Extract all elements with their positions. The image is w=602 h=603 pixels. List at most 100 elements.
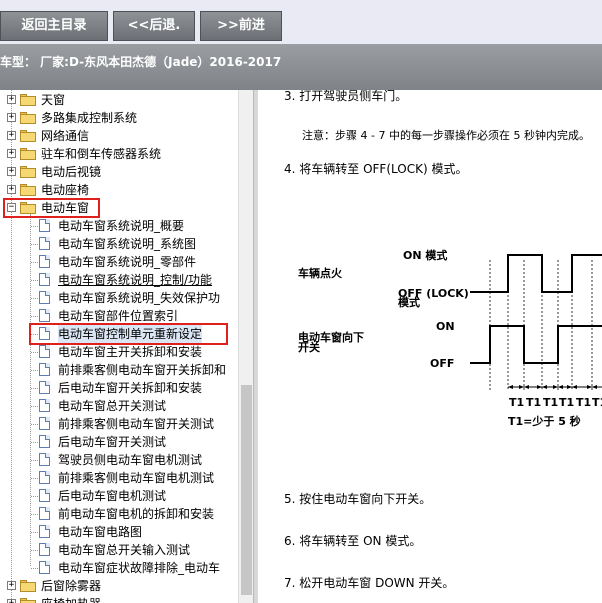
- tree-doc-label: 电动车窗系统说明_控制/功能: [58, 273, 213, 287]
- tree-connector: [31, 442, 38, 443]
- toolbar: 返回主目录 <<后退. >>前进: [0, 0, 602, 44]
- tree-doc-label: 前排乘客侧电动车窗电机测试: [58, 471, 215, 485]
- vehicle-info-text: 前车型： 厂家:D-东风本田杰德（Jade）2016-2017: [0, 55, 282, 69]
- tree-connector: [31, 424, 38, 425]
- document-icon: [39, 363, 50, 376]
- tree-doc-label: 后电动车窗开关测试: [58, 435, 167, 449]
- t1-label: T1: [576, 396, 591, 409]
- tree-connector: [31, 262, 38, 263]
- document-icon: [39, 435, 50, 448]
- tree-connector: [31, 550, 38, 551]
- tree-connector: [31, 532, 38, 533]
- tree-doc-label: 电动车窗系统说明_失效保护功: [58, 291, 221, 305]
- tree-connector: [31, 280, 38, 281]
- tree-panel: + 天窗 + 多路集成控制系统 + 网络通信 + 驻车和倒车传感器系统 + 电动…: [0, 90, 252, 603]
- t1-definition: T1=少于 5 秒: [508, 414, 581, 428]
- document-icon: [39, 219, 50, 232]
- tree-doc-label: 前排乘客侧电动车窗开关拆卸和: [58, 363, 227, 377]
- tree-folder-label: 电动座椅: [41, 183, 90, 197]
- tree-folder-label: 座椅加热器: [41, 595, 101, 603]
- t1-label: T1: [559, 396, 574, 409]
- tree-doc-label: 后电动车窗电机测试: [58, 489, 167, 503]
- tree-connector: [31, 370, 38, 371]
- tree-connector: [31, 316, 38, 317]
- tree-doc-label: 后电动车窗开关拆卸和安装: [58, 381, 203, 395]
- document-icon: [39, 381, 50, 394]
- t1-label: T1: [526, 396, 541, 409]
- forward-button[interactable]: >>前进: [200, 11, 282, 41]
- expand-icon[interactable]: +: [7, 149, 16, 158]
- tree-doc-label: 电动车窗总开关输入测试: [58, 543, 191, 557]
- document-icon: [39, 237, 50, 250]
- expand-icon[interactable]: +: [7, 599, 16, 603]
- tree-folder-label: 后窗除雾器: [41, 579, 102, 593]
- document-icon: [39, 345, 50, 358]
- home-button[interactable]: 返回主目录: [0, 11, 108, 41]
- folder-icon: [20, 148, 36, 160]
- back-button[interactable]: <<后退.: [113, 11, 195, 41]
- tree-folder-label: 天窗: [41, 93, 66, 107]
- tree-doc-label: 前排乘客侧电动车窗开关测试: [58, 417, 215, 431]
- document-icon: [39, 255, 50, 268]
- expand-icon[interactable]: +: [7, 185, 16, 194]
- expand-icon[interactable]: +: [7, 581, 16, 590]
- tree-doc-label: 电动车窗总开关测试: [58, 399, 167, 413]
- highlight-box: [3, 198, 100, 218]
- step-3: 3. 打开驾驶员侧车门。: [284, 90, 408, 103]
- tree-connector: [31, 388, 38, 389]
- document-icon: [39, 489, 50, 502]
- tree-connector: [31, 478, 38, 479]
- folder-icon: [20, 184, 36, 196]
- t1-label: T1: [509, 396, 524, 409]
- tree-doc-label: 前电动车窗电机的拆卸和安装: [58, 507, 215, 521]
- document-icon: [39, 291, 50, 304]
- document-icon: [39, 453, 50, 466]
- tree-doc-label: 电动车窗系统说明_概要: [58, 219, 185, 233]
- step-6: 6. 将车辆转至 ON 模式。: [284, 534, 422, 548]
- document-icon: [39, 507, 50, 520]
- folder-icon: [20, 130, 36, 142]
- window-down-switch-label: 开关: [298, 340, 320, 354]
- folder-icon: [20, 94, 36, 106]
- folder-icon: [20, 580, 36, 592]
- expand-icon[interactable]: +: [7, 131, 16, 140]
- on-label: ON: [436, 320, 455, 333]
- tree-doc-label: 电动车窗症状故障排除_电动车: [58, 561, 221, 575]
- scrollbar-thumb[interactable]: [241, 385, 252, 595]
- tree-scrollbar[interactable]: [238, 90, 253, 603]
- expand-icon[interactable]: +: [7, 95, 16, 104]
- vehicle-info-bar: 前车型： 厂家:D-东风本田杰德（Jade）2016-2017: [0, 44, 602, 90]
- tree-folder-label: 多路集成控制系统: [41, 111, 138, 125]
- tree-doc-label: 驾驶员侧电动车窗电机测试: [58, 453, 203, 467]
- tree-connector: [31, 406, 38, 407]
- t1-label: T1: [543, 396, 558, 409]
- tree-connector: [31, 496, 38, 497]
- document-icon: [39, 525, 50, 538]
- tree-connector: [31, 568, 38, 569]
- expand-icon[interactable]: +: [7, 167, 16, 176]
- t1-label: T1: [592, 396, 602, 409]
- tree-doc-label: 电动车窗系统说明_零部件: [58, 255, 197, 269]
- tree-doc-label: 电动车窗系统说明_系统图: [58, 237, 197, 251]
- tree-doc-label: 电动车窗主开关拆卸和安装: [58, 345, 203, 359]
- tree-connector: [31, 244, 38, 245]
- highlight-box: [29, 323, 228, 345]
- tree-doc-label: 电动车窗电路图: [58, 525, 143, 539]
- tree-folder-label: 网络通信: [41, 129, 90, 143]
- step-4: 4. 将车辆转至 OFF(LOCK) 模式。: [284, 162, 468, 176]
- document-icon: [39, 543, 50, 556]
- step-7: 7. 松开电动车窗 DOWN 开关。: [284, 576, 455, 590]
- folder-icon: [20, 166, 36, 178]
- on-mode-label: ON 模式: [403, 248, 447, 262]
- timing-diagram: 车辆点火 ON 模式 OFF (LOCK) 模式 电动车窗向下 开关 ON OF…: [298, 248, 602, 428]
- off-lock-mode-label: 模式: [398, 295, 420, 309]
- tree-folder-label: 电动后视镜: [41, 165, 102, 179]
- document-icon: [39, 471, 50, 484]
- folder-icon: [20, 598, 36, 603]
- tree-connector: [31, 514, 38, 515]
- document-icon: [39, 399, 50, 412]
- tree-folder-label: 驻车和倒车传感器系统: [41, 147, 162, 161]
- folder-icon: [20, 112, 36, 124]
- document-icon: [39, 273, 50, 286]
- expand-icon[interactable]: +: [7, 113, 16, 122]
